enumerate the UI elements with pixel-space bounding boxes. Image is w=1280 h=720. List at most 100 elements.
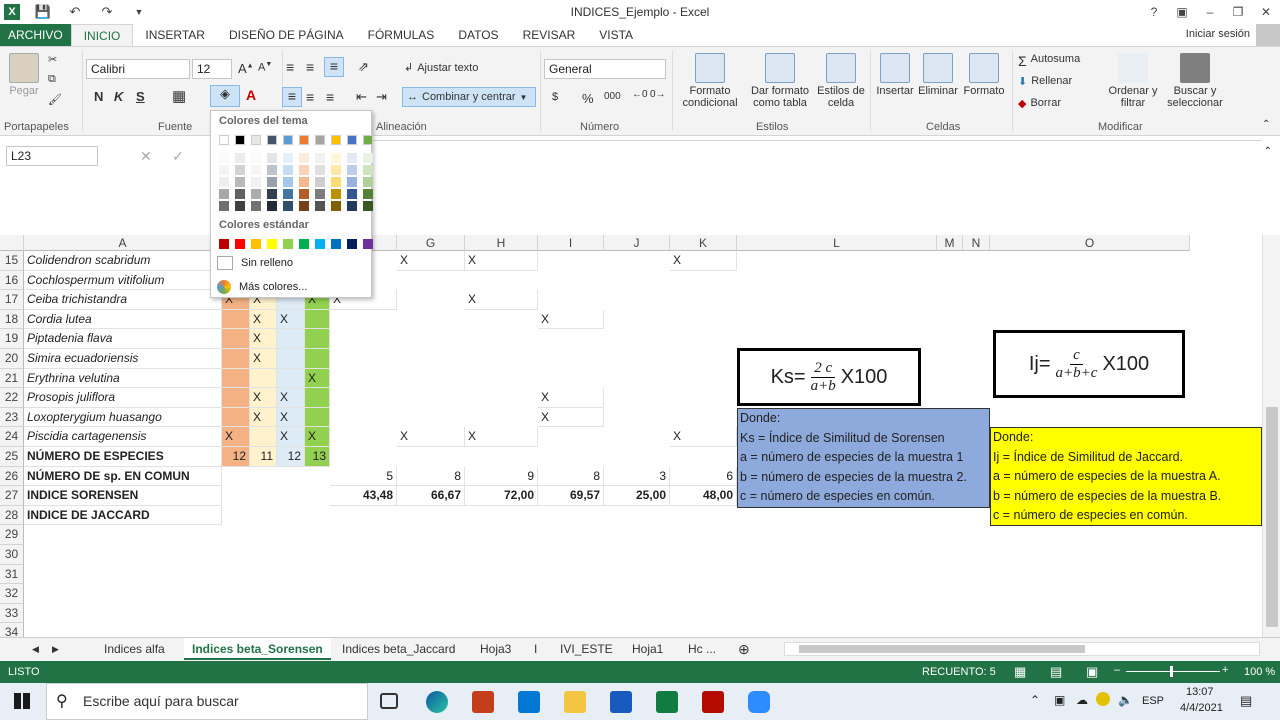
cell-c21[interactable] [250, 368, 277, 389]
close-icon[interactable]: ✕ [1252, 0, 1280, 24]
save-icon[interactable]: 💾 [34, 3, 52, 21]
theme-shade-swatch[interactable] [331, 165, 341, 175]
standard-swatch[interactable] [219, 239, 229, 249]
theme-shade-swatch[interactable] [235, 201, 245, 211]
file-explorer-icon[interactable] [564, 691, 586, 713]
cell-d24[interactable]: X [277, 427, 305, 447]
column-header-a[interactable]: A [24, 235, 222, 251]
tab-revisar[interactable]: REVISAR [511, 24, 588, 46]
horizontal-scrollbar[interactable] [784, 642, 1260, 656]
theme-shade-swatch[interactable] [315, 153, 325, 163]
page-layout-icon[interactable]: ▤ [1050, 664, 1062, 680]
cell-g24[interactable]: X [397, 427, 465, 447]
row-header-33[interactable]: 33 [0, 603, 24, 624]
cell-e22[interactable] [305, 388, 330, 408]
cell-k15[interactable]: X [670, 251, 737, 271]
row-header-21[interactable]: 21 [0, 368, 24, 389]
tray-chevron-icon[interactable]: ⌃ [1030, 693, 1040, 707]
theme-swatch[interactable] [235, 135, 245, 145]
increase-decimal-icon[interactable]: ←0 [632, 89, 648, 100]
zoom-thumb[interactable] [1170, 666, 1173, 677]
tab-diseno[interactable]: DISEÑO DE PÁGINA [217, 24, 356, 46]
number-format-select[interactable]: General [544, 59, 666, 79]
redo-icon[interactable]: ↷ [98, 3, 116, 21]
fill-color-icon[interactable]: ◈ [210, 85, 240, 107]
sheet-tab-5[interactable]: I [526, 638, 545, 660]
update-icon[interactable] [1096, 692, 1110, 706]
theme-shade-swatch[interactable] [363, 165, 373, 175]
column-header-j[interactable]: J [604, 235, 670, 251]
currency-button[interactable]: $ [552, 91, 558, 103]
cell-d23[interactable]: X [277, 407, 305, 428]
align-right-icon[interactable]: ≡ [326, 89, 334, 105]
volume-icon[interactable]: 🔈 [1118, 693, 1133, 707]
undo-icon[interactable]: ↶ [66, 3, 84, 21]
cell-b20[interactable] [222, 349, 250, 369]
sort-filter-button[interactable]: Ordenar y filtrar [1104, 53, 1162, 109]
row-header-31[interactable]: 31 [0, 564, 24, 585]
decrease-indent-icon[interactable]: ⇤ [356, 89, 367, 105]
theme-shade-swatch[interactable] [363, 153, 373, 163]
align-middle-icon[interactable]: ≡ [306, 59, 314, 75]
decrease-decimal-icon[interactable]: 0→ [650, 89, 666, 100]
theme-shade-swatch[interactable] [331, 189, 341, 199]
theme-shade-swatch[interactable] [315, 177, 325, 187]
cell-c18[interactable]: X [250, 309, 277, 330]
theme-shade-swatch[interactable] [219, 177, 229, 187]
theme-shade-swatch[interactable] [283, 165, 293, 175]
theme-shade-swatch[interactable] [347, 153, 357, 163]
zoom-slider[interactable] [1126, 666, 1220, 677]
row-header-29[interactable]: 29 [0, 525, 24, 545]
theme-shade-swatch[interactable] [235, 165, 245, 175]
windows-start-icon[interactable] [14, 693, 30, 709]
theme-shade-swatch[interactable] [363, 177, 373, 187]
cell-a19[interactable]: Piptadenia flava [24, 329, 222, 349]
cell-b21[interactable] [222, 368, 250, 389]
clock-date[interactable]: 4/4/2021 [1180, 702, 1223, 714]
standard-swatch[interactable] [299, 239, 309, 249]
cell-c25[interactable]: 11 [250, 447, 277, 467]
cell-k26[interactable]: 6 [670, 466, 737, 487]
cell-d18[interactable]: X [277, 309, 305, 330]
acrobat-icon[interactable] [702, 691, 724, 713]
cell-i23[interactable]: X [538, 407, 604, 428]
theme-shade-swatch[interactable] [219, 165, 229, 175]
align-bottom-icon[interactable]: ≡ [324, 57, 344, 77]
align-center-icon[interactable]: ≡ [306, 89, 314, 105]
theme-shade-swatch[interactable] [251, 153, 261, 163]
cloud-icon[interactable]: ☁ [1076, 693, 1088, 707]
theme-shade-swatch[interactable] [363, 201, 373, 211]
orientation-icon[interactable]: ⇗ [358, 59, 369, 75]
row-header-17[interactable]: 17 [0, 290, 24, 310]
theme-shade-swatch[interactable] [347, 165, 357, 175]
delete-cells-button[interactable]: Eliminar [916, 53, 960, 97]
cell-h24[interactable]: X [465, 427, 538, 447]
cell-a24[interactable]: Piscidia cartagenensis [24, 427, 222, 447]
borders-icon[interactable]: ▦ [172, 87, 186, 105]
row-header-23[interactable]: 23 [0, 407, 24, 428]
sheet-tab-3[interactable]: Indices beta_Jaccard [334, 638, 463, 660]
hscroll-thumb[interactable] [799, 645, 1085, 653]
bold-button[interactable]: N [94, 89, 103, 104]
row-header-19[interactable]: 19 [0, 329, 24, 349]
theme-shade-swatch[interactable] [235, 153, 245, 163]
format-cells-button[interactable]: Formato [962, 53, 1006, 97]
word-icon[interactable] [610, 691, 632, 713]
sheet-tab-6[interactable]: IVI_ESTE [552, 638, 621, 660]
format-as-table-button[interactable]: Dar formato como tabla [746, 53, 814, 109]
column-header-i[interactable]: I [538, 235, 604, 251]
column-header-o[interactable]: O [990, 235, 1190, 251]
font-color-icon[interactable]: A [246, 87, 256, 103]
cell-e19[interactable] [305, 329, 330, 349]
tab-vista[interactable]: VISTA [587, 24, 645, 46]
zoom-level[interactable]: 100 % [1244, 666, 1275, 678]
tab-datos[interactable]: DATOS [446, 24, 510, 46]
theme-shade-swatch[interactable] [363, 189, 373, 199]
cell-e24[interactable]: X [305, 427, 330, 447]
italic-button[interactable]: K [114, 89, 123, 104]
theme-shade-swatch[interactable] [331, 177, 341, 187]
cell-h27[interactable]: 72,00 [465, 486, 538, 506]
language-indicator[interactable]: ESP [1142, 695, 1164, 707]
theme-shade-swatch[interactable] [267, 177, 277, 187]
cell-a17[interactable]: Ceiba trichistandra [24, 290, 222, 310]
